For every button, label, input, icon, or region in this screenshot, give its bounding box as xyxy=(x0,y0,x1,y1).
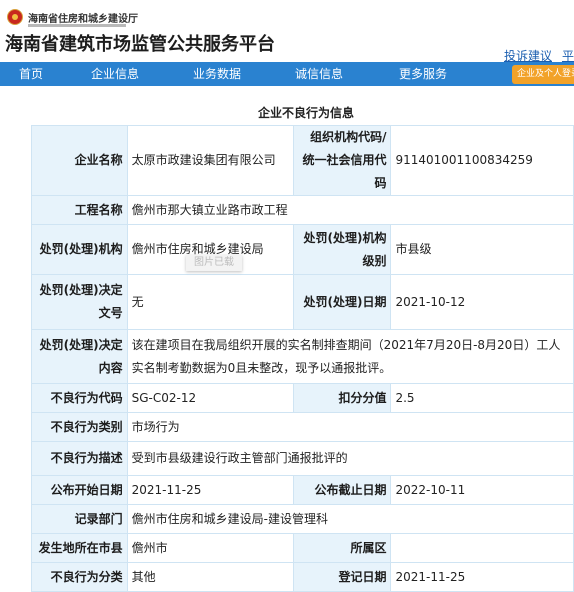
table-row: 不良行为分类 其他 登记日期 2021-11-25 xyxy=(31,562,574,592)
site-title: 海南省建筑市场监管公共服务平台 xyxy=(5,34,275,55)
points-value: 2.5 xyxy=(390,383,574,413)
table-row: 不良行为类别 市场行为 xyxy=(31,412,574,442)
nav-home[interactable]: 首页 xyxy=(0,62,62,86)
table-row: 处罚(处理)决定内容 该在建项目在我局组织开展的实名制排查期间（2021年7月2… xyxy=(31,329,574,384)
city-value: 儋州市 xyxy=(126,533,295,563)
behavior-category-value: 市场行为 xyxy=(126,412,574,442)
login-button[interactable]: 企业及个人登录 xyxy=(512,65,574,84)
company-name-label: 企业名称 xyxy=(31,125,128,196)
decision-number-label: 处罚(处理)决定文号 xyxy=(31,274,128,330)
department-english-name xyxy=(28,24,126,27)
decision-content-label: 处罚(处理)决定内容 xyxy=(31,329,128,384)
district-label: 所属区 xyxy=(293,533,392,563)
publish-end-label: 公布截止日期 xyxy=(293,475,392,505)
decision-content-value: 该在建项目在我局组织开展的实名制排查期间（2021年7月20日-8月20日）工人… xyxy=(126,329,574,384)
nav-enterprise-info[interactable]: 企业信息 xyxy=(80,62,150,86)
department-name: 海南省住房和城乡建设厅 xyxy=(28,14,138,25)
nav-more-services[interactable]: 更多服务 xyxy=(388,62,458,86)
behavior-code-value: SG-C02-12 xyxy=(126,383,295,413)
org-code-label: 组织机构代码/统一社会信用代码 xyxy=(293,125,392,196)
recording-department-label: 记录部门 xyxy=(31,504,128,534)
company-name-value: 太原市政建设集团有限公司 xyxy=(126,125,295,196)
publish-start-value: 2021-11-25 xyxy=(126,475,295,505)
table-row: 记录部门 儋州市住房和城乡建设局-建设管理科 xyxy=(31,504,574,534)
org-code-label-line1: 组织机构代码/ xyxy=(310,130,387,144)
points-label: 扣分分值 xyxy=(293,383,392,413)
agency-level-label: 处罚(处理)机构级别 xyxy=(293,224,392,275)
record-date-value: 2021-11-25 xyxy=(390,562,574,592)
org-code-label-line2: 统一社会信用代码 xyxy=(302,153,387,190)
table-row: 处罚(处理)机构 儋州市住房和城乡建设局 处罚(处理)机构级别 市县级 xyxy=(31,224,574,275)
city-label: 发生地所在市县 xyxy=(31,533,128,563)
decision-number-value: 无 xyxy=(126,274,295,330)
table-row: 工程名称 儋州市那大镇立业路市政工程 xyxy=(31,195,574,225)
table-row: 企业名称 太原市政建设集团有限公司 组织机构代码/统一社会信用代码 911401… xyxy=(31,125,574,196)
behavior-code-label: 不良行为代码 xyxy=(31,383,128,413)
agency-label: 处罚(处理)机构 xyxy=(31,224,128,275)
table-row: 不良行为描述 受到市县级建设行政主管部门通报批评的 xyxy=(31,441,574,476)
behavior-classification-value: 其他 xyxy=(126,562,295,592)
record-date-label: 登记日期 xyxy=(293,562,392,592)
publish-start-label: 公布开始日期 xyxy=(31,475,128,505)
table-row: 公布开始日期 2021-11-25 公布截止日期 2022-10-11 xyxy=(31,475,574,505)
complaint-link[interactable]: 投诉建议 xyxy=(504,49,552,63)
main-nav: 首页 企业信息 业务数据 诚信信息 更多服务 企业及个人登录 xyxy=(0,62,574,86)
table-row: 发生地所在市县 儋州市 所属区 xyxy=(31,533,574,563)
district-value xyxy=(390,533,574,563)
recording-department-value: 儋州市住房和城乡建设局-建设管理科 xyxy=(126,504,574,534)
table-row: 不良行为代码 SG-C02-12 扣分分值 2.5 xyxy=(31,383,574,413)
org-code-value: 911401001100834259 xyxy=(390,125,574,196)
behavior-category-label: 不良行为类别 xyxy=(31,412,128,442)
agency-level-value: 市县级 xyxy=(390,224,574,275)
project-name-label: 工程名称 xyxy=(31,195,128,225)
behavior-description-label: 不良行为描述 xyxy=(31,441,128,476)
publish-end-value: 2022-10-11 xyxy=(390,475,574,505)
table-row: 处罚(处理)决定文号 无 处罚(处理)日期 2021-10-12 xyxy=(31,274,574,330)
nav-credit-info[interactable]: 诚信信息 xyxy=(284,62,354,86)
project-name-value: 儋州市那大镇立业路市政工程 xyxy=(126,195,574,225)
image-loaded-tooltip: 图片已载 xyxy=(186,255,242,271)
bad-behavior-table: 企业名称 太原市政建设集团有限公司 组织机构代码/统一社会信用代码 911401… xyxy=(31,125,574,592)
behavior-description-value: 受到市县级建设行政主管部门通报批评的 xyxy=(126,441,574,476)
section-title: 企业不良行为信息 xyxy=(257,106,354,120)
platform-link[interactable]: 平 xyxy=(562,49,574,63)
site-header: 海南省住房和城乡建设厅 海南省建筑市场监管公共服务平台 投诉建议平 xyxy=(0,0,574,63)
government-emblem-icon xyxy=(7,9,23,25)
nav-business-data[interactable]: 业务数据 xyxy=(182,62,252,86)
decision-date-label: 处罚(处理)日期 xyxy=(293,274,392,330)
decision-date-value: 2021-10-12 xyxy=(390,274,574,330)
behavior-classification-label: 不良行为分类 xyxy=(31,562,128,592)
